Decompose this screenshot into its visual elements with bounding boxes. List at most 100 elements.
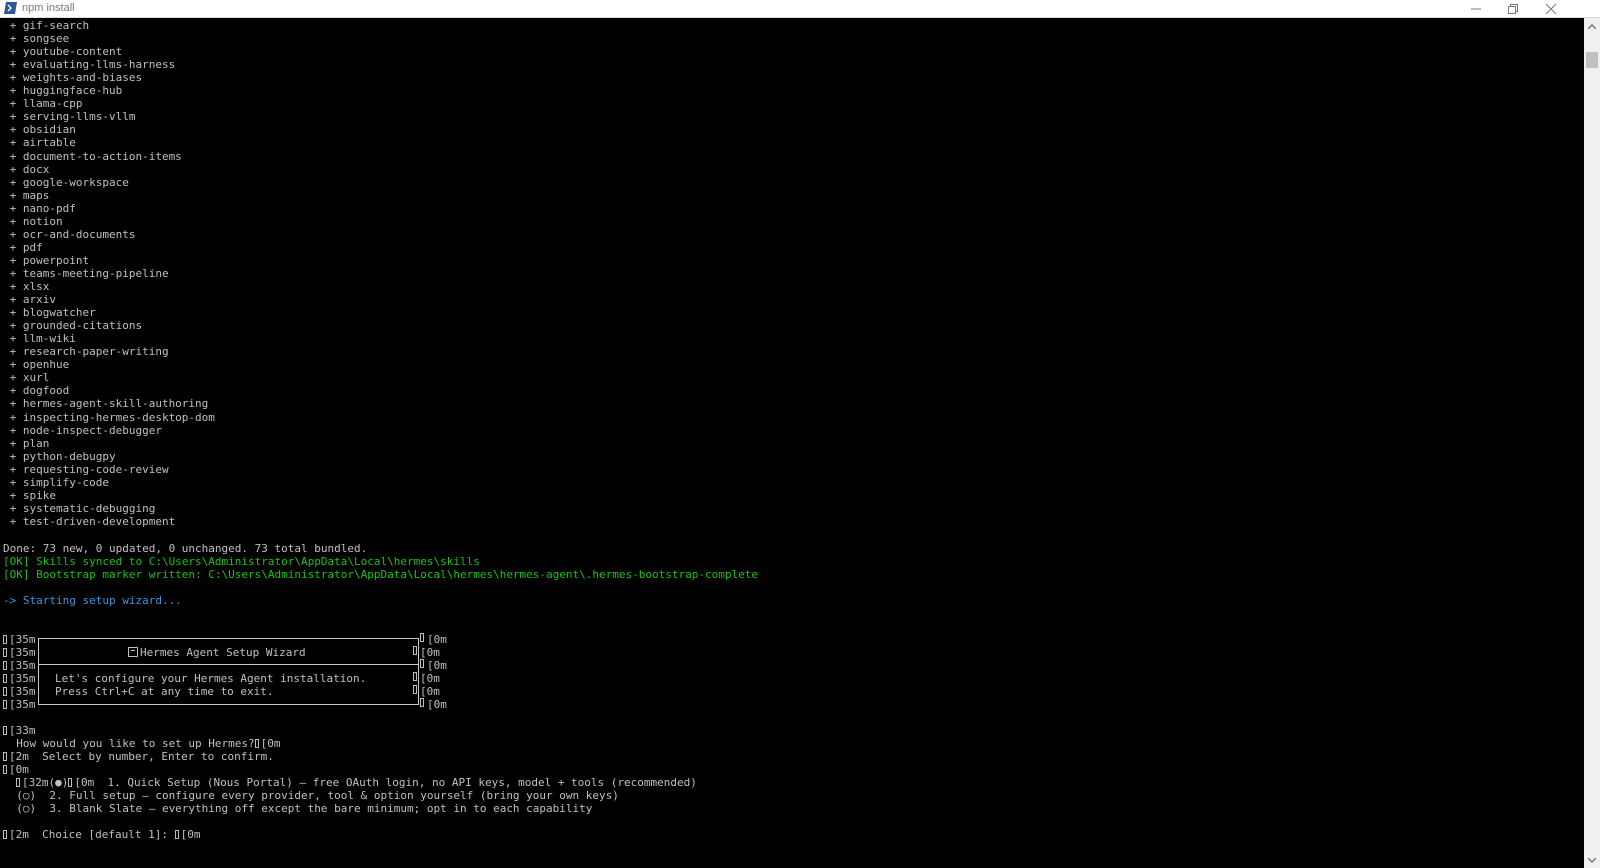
ok-skills-synced: [OK] Skills synced to C:\Users\Administr… xyxy=(3,555,480,568)
skill-item: + arxiv xyxy=(3,293,56,307)
option-full-setup[interactable]: (○) 2. Full setup — configure every prov… xyxy=(3,789,619,802)
box-right-code: [0m xyxy=(420,633,447,646)
skill-item: + ocr-and-documents xyxy=(3,227,136,241)
box-left-code: [35m xyxy=(9,633,36,646)
escape-glyph-icon xyxy=(3,765,7,774)
wizard-icon xyxy=(128,647,138,657)
skill-item: + pdf xyxy=(3,240,43,254)
skill-item: + test-driven-development xyxy=(3,514,176,528)
minimize-button[interactable] xyxy=(1458,0,1494,18)
skill-item: + youtube-content xyxy=(3,45,123,59)
box-left-code: [35m xyxy=(9,672,36,685)
box-right-code: [0m xyxy=(413,685,440,698)
chevron-down-icon xyxy=(1588,857,1596,863)
wizard-box-divider xyxy=(38,664,419,665)
skill-item: + simplify-code xyxy=(3,475,109,489)
skill-item: + nano-pdf xyxy=(3,201,76,215)
escape-glyph-icon xyxy=(3,687,7,696)
escape-glyph-icon xyxy=(3,752,7,761)
starting-wizard-line: -> Starting setup wizard... xyxy=(3,594,182,607)
escape-glyph-icon xyxy=(3,700,7,709)
skill-item: + maps xyxy=(3,188,50,202)
close-button[interactable] xyxy=(1533,0,1569,18)
skill-item: + serving-llms-vllm xyxy=(3,110,136,124)
vertical-scrollbar[interactable] xyxy=(1584,18,1600,868)
skill-item: + powerpoint xyxy=(3,253,90,267)
box-right-code: [0m xyxy=(420,698,447,711)
escape-glyph-icon xyxy=(420,698,424,707)
skill-item: + spike xyxy=(3,488,56,502)
skill-item: + gif-search xyxy=(3,19,90,32)
box-left-code: [35m xyxy=(9,659,36,672)
ok-bootstrap-marker: [OK] Bootstrap marker written: C:\Users\… xyxy=(3,568,758,581)
scrollbar-thumb[interactable] xyxy=(1586,52,1598,68)
title-bar: npm install xyxy=(0,0,1600,18)
escape-glyph-icon xyxy=(420,659,424,668)
skill-item: + blogwatcher xyxy=(3,306,96,320)
close-icon xyxy=(1546,4,1556,14)
escape-glyph-icon xyxy=(420,633,424,642)
skill-item: + research-paper-writing xyxy=(3,345,169,359)
skill-item: + grounded-citations xyxy=(3,319,143,333)
skill-item: + teams-meeting-pipeline xyxy=(3,266,169,280)
escape-glyph-icon xyxy=(3,635,7,644)
scroll-down-button[interactable] xyxy=(1584,852,1600,868)
skill-item: + notion xyxy=(3,214,63,228)
skill-item: + songsee xyxy=(3,32,70,46)
skill-item: + openhue xyxy=(3,358,70,372)
wizard-body-line-2: Press Ctrl+C at any time to exit. xyxy=(55,685,274,698)
escape-glyph-icon xyxy=(3,661,7,670)
escape-glyph-icon xyxy=(3,830,7,839)
escape-glyph-icon xyxy=(3,674,7,683)
restore-icon xyxy=(1508,4,1518,14)
skill-item: + docx xyxy=(3,162,50,176)
skill-item: + requesting-code-review xyxy=(3,462,169,476)
skill-item: + llm-wiki xyxy=(3,332,76,346)
skill-item: + google-workspace xyxy=(3,175,129,189)
skill-item: + document-to-action-items xyxy=(3,149,182,163)
escape-glyph-icon xyxy=(68,778,73,787)
wizard-title: Hermes Agent Setup Wizard xyxy=(128,646,306,659)
escape-glyph-icon xyxy=(254,739,259,748)
console-output[interactable]: + gif-search + songsee + youtube-content… xyxy=(0,18,1584,868)
option-blank-slate[interactable]: (○) 3. Blank Slate — everything off exce… xyxy=(3,802,592,815)
box-left-code: [35m xyxy=(9,646,36,659)
escape-glyph-icon xyxy=(3,648,7,657)
yellow-code-line: [33m xyxy=(3,724,36,737)
escape-glyph-icon xyxy=(413,685,417,694)
select-hint: [2m Select by number, Enter to confirm. xyxy=(3,750,274,763)
box-left-code: [35m xyxy=(9,698,36,711)
skill-item: + systematic-debugging xyxy=(3,501,156,515)
skill-item: + plan xyxy=(3,436,50,450)
skill-item: + weights-and-biases xyxy=(3,71,143,85)
escape-glyph-icon xyxy=(413,646,417,655)
escape-glyph-icon xyxy=(3,726,7,735)
wizard-body-line-1: Let's configure your Hermes Agent instal… xyxy=(55,672,367,685)
restore-button[interactable] xyxy=(1495,0,1531,18)
skill-item: + node-inspect-debugger xyxy=(3,423,162,437)
skill-item: + hermes-agent-skill-authoring xyxy=(3,397,209,411)
powershell-icon xyxy=(4,2,17,14)
escape-glyph-icon xyxy=(174,830,179,839)
box-right-code: [0m xyxy=(413,672,440,685)
skill-item: + inspecting-hermes-desktop-dom xyxy=(3,410,215,424)
skill-item: + evaluating-llms-harness xyxy=(3,58,176,72)
escape-glyph-icon xyxy=(16,778,20,787)
chevron-up-icon xyxy=(1588,23,1596,29)
skill-item: + xurl xyxy=(3,371,50,385)
box-left-code: [35m xyxy=(9,685,36,698)
skill-item: + airtable xyxy=(3,136,76,150)
scroll-up-button[interactable] xyxy=(1584,18,1600,34)
box-right-code: [0m xyxy=(420,659,447,672)
skill-item: + dogfood xyxy=(3,384,70,398)
setup-question: How would you like to set up Hermes? [0m xyxy=(3,737,281,750)
choice-prompt[interactable]: [2m Choice [default 1]: [0m xyxy=(3,828,200,841)
summary-line: Done: 73 new, 0 updated, 0 unchanged. 73… xyxy=(3,542,368,555)
reset-line: [0m xyxy=(3,763,29,776)
skill-item: + xlsx xyxy=(3,280,50,293)
skill-item: + huggingface-hub xyxy=(3,84,123,98)
skill-item: + llama-cpp xyxy=(3,97,83,111)
option-quick-setup[interactable]: [32m(●) [0m 1. Quick Setup (Nous Portal) … xyxy=(16,776,697,789)
box-right-code: [0m xyxy=(413,646,440,659)
minimize-icon xyxy=(1471,8,1481,10)
